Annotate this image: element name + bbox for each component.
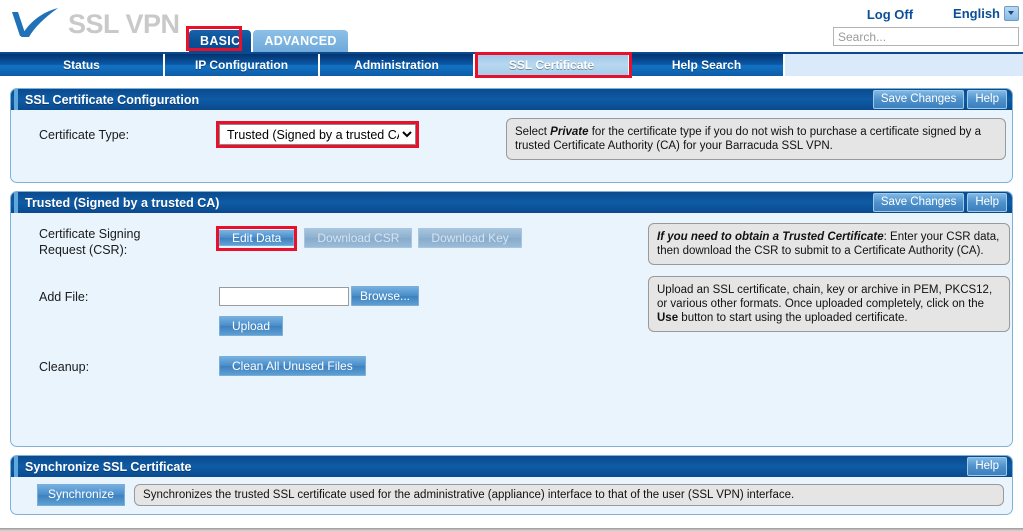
language-selector[interactable]: English xyxy=(953,6,1019,22)
save-changes-button-config[interactable]: Save Changes xyxy=(873,90,964,109)
top-tab-group: BASIC ADVANCED xyxy=(189,0,350,52)
edit-data-button[interactable]: Edit Data xyxy=(219,230,294,246)
panel-accent-bar xyxy=(14,456,18,477)
csr-label: Certificate Signing Request (CSR): xyxy=(19,223,219,258)
top-tab-advanced[interactable]: ADVANCED xyxy=(253,30,347,52)
search-input[interactable] xyxy=(833,27,1019,46)
help-csr-emphasis: If you need to obtain a Trusted Certific… xyxy=(657,231,884,243)
help-button-sync[interactable]: Help xyxy=(967,457,1007,476)
panel-header: SSL Certificate Configuration Save Chang… xyxy=(11,89,1012,110)
brand-logo: SSL VPN xyxy=(8,4,180,46)
help-text-emphasis: Private xyxy=(550,126,588,138)
brand-name: SSL VPN xyxy=(68,11,180,40)
panel-title: Trusted (Signed by a trusted CA) xyxy=(25,196,873,210)
csr-label-line1: Certificate Signing xyxy=(39,226,219,242)
panel-trusted-certificate: Trusted (Signed by a trusted CA) Save Ch… xyxy=(10,191,1013,447)
nav-item-ip-configuration[interactable]: IP Configuration xyxy=(165,54,320,76)
download-csr-button[interactable]: Download CSR xyxy=(304,228,412,248)
nav-item-administration[interactable]: Administration xyxy=(320,54,475,76)
page-header: SSL VPN BASIC ADVANCED Log Off English xyxy=(0,0,1023,52)
nav-item-help-search[interactable]: Help Search xyxy=(630,54,785,76)
csr-label-line2: Request (CSR): xyxy=(39,242,219,258)
panel-header: Trusted (Signed by a trusted CA) Save Ch… xyxy=(11,192,1012,213)
panel-title: SSL Certificate Configuration xyxy=(25,93,873,107)
panel-accent-bar xyxy=(14,192,18,213)
panel-body: Synchronize Synchronizes the trusted SSL… xyxy=(11,477,1012,514)
help-button-config[interactable]: Help xyxy=(967,90,1007,109)
browse-button[interactable]: Browse... xyxy=(351,286,419,306)
chevron-down-icon[interactable] xyxy=(1004,6,1019,21)
help-text-lead: Select xyxy=(515,126,550,138)
panel-ssl-certificate-configuration: SSL Certificate Configuration Save Chang… xyxy=(10,88,1013,183)
upload-button[interactable]: Upload xyxy=(219,316,283,336)
add-file-input[interactable] xyxy=(219,287,349,306)
synchronize-description: Synchronizes the trusted SSL certificate… xyxy=(134,484,1004,506)
main-navigation: Status IP Configuration Administration S… xyxy=(0,52,1023,76)
nav-item-status[interactable]: Status xyxy=(0,54,165,76)
synchronize-button[interactable]: Synchronize xyxy=(37,484,125,506)
download-key-button[interactable]: Download Key xyxy=(418,228,521,248)
log-off-link[interactable]: Log Off xyxy=(867,7,913,22)
language-label: English xyxy=(953,6,1000,21)
help-upload-part-c: button to start using the uploaded certi… xyxy=(678,312,908,324)
help-text-upload: Upload an SSL certificate, chain, key or… xyxy=(648,276,1010,332)
upload-row-spacer xyxy=(19,316,219,319)
panel-accent-bar xyxy=(14,89,18,110)
panel-body: Certificate Type: Trusted (Signed by a t… xyxy=(11,110,1012,182)
header-right-controls: Log Off English xyxy=(819,4,1019,46)
nav-item-ssl-certificate[interactable]: SSL Certificate xyxy=(475,54,630,76)
save-changes-button-trusted[interactable]: Save Changes xyxy=(873,193,964,212)
help-upload-emphasis: Use xyxy=(657,312,678,324)
panel-title: Synchronize SSL Certificate xyxy=(25,460,967,474)
cleanup-label: Cleanup: xyxy=(19,356,219,375)
help-text-csr: If you need to obtain a Trusted Certific… xyxy=(648,223,1010,265)
add-file-label: Add File: xyxy=(19,286,219,305)
barracuda-fin-icon xyxy=(8,6,66,44)
panel-synchronize-ssl-certificate: Synchronize SSL Certificate Help Synchro… xyxy=(10,455,1013,515)
help-text-certificate-type: Select Private for the certificate type … xyxy=(506,118,1006,160)
certificate-type-label: Certificate Type: xyxy=(19,124,219,143)
top-tab-basic[interactable]: BASIC xyxy=(189,30,251,52)
certificate-type-select[interactable]: Trusted (Signed by a trusted CA) Private… xyxy=(219,124,416,145)
help-upload-part-a: Upload an SSL certificate, chain, key or… xyxy=(657,284,992,310)
panel-body: Certificate Signing Request (CSR): Edit … xyxy=(11,213,1012,446)
nav-filler xyxy=(785,54,1023,76)
panel-header: Synchronize SSL Certificate Help xyxy=(11,456,1012,477)
page-content: SSL Certificate Configuration Save Chang… xyxy=(0,76,1023,528)
help-button-trusted[interactable]: Help xyxy=(967,193,1007,212)
clean-all-unused-files-button[interactable]: Clean All Unused Files xyxy=(219,356,366,376)
